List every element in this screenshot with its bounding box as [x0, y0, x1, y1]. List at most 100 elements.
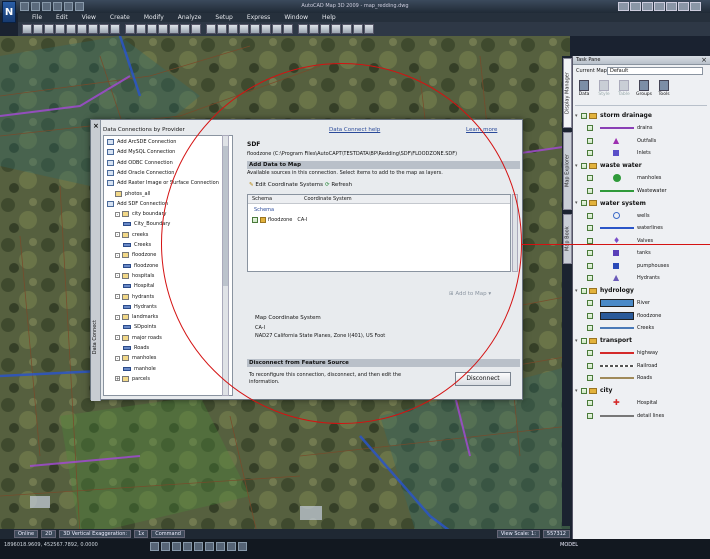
layer-checkbox[interactable]: [587, 262, 593, 269]
menu-help[interactable]: Help: [322, 13, 336, 22]
layer-checkbox[interactable]: [587, 275, 593, 281]
toolbar-tool-icon[interactable]: [239, 24, 249, 34]
menu-create[interactable]: Create: [110, 13, 130, 22]
tools-tool-button[interactable]: Tools: [655, 80, 673, 105]
favorites-icon[interactable]: [654, 2, 665, 11]
toolbar-tool-icon[interactable]: [22, 24, 32, 34]
tab-map-book[interactable]: Map Book: [563, 214, 572, 264]
layer-row[interactable]: drains: [587, 123, 652, 134]
save-icon[interactable]: [42, 2, 51, 11]
group-checkbox[interactable]: [581, 337, 587, 344]
layer-checkbox[interactable]: [587, 375, 593, 381]
tree-item[interactable]: Add Oracle Connection: [107, 169, 174, 177]
2d-button[interactable]: 2D: [41, 530, 57, 538]
layer-checkbox[interactable]: [587, 137, 593, 144]
tree-item[interactable]: Add SDF Connection: [107, 200, 168, 208]
layer-checkbox[interactable]: [587, 187, 593, 194]
layer-row[interactable]: Railroad: [587, 360, 657, 371]
toolbar-tool-icon[interactable]: [283, 24, 293, 34]
edit-coordinate-systems-button[interactable]: ✎ Edit Coordinate Systems: [249, 182, 323, 188]
expand-icon[interactable]: +: [115, 376, 120, 382]
layer-group[interactable]: ▾ storm drainage: [575, 110, 652, 121]
layer-row[interactable]: Roads: [587, 373, 652, 384]
collapse-icon[interactable]: -: [115, 355, 120, 361]
layer-checkbox[interactable]: [587, 412, 593, 419]
tree-item[interactable]: Add MySQL Connection: [107, 148, 175, 156]
model-space-label[interactable]: MODEL: [560, 542, 578, 548]
tree-item[interactable]: - creeks: [115, 231, 148, 239]
layer-row[interactable]: Creeks: [587, 323, 654, 334]
snap-icon[interactable]: [150, 542, 159, 551]
layer-row[interactable]: Inlets: [587, 148, 651, 159]
tree-item[interactable]: - hydrants: [115, 293, 154, 301]
menu-edit[interactable]: Edit: [56, 13, 68, 22]
close-icon[interactable]: [690, 2, 701, 11]
3d-button[interactable]: 3D Vertical Exaggeration:: [59, 530, 132, 538]
layer-row[interactable]: River: [587, 298, 650, 309]
open-icon[interactable]: [31, 2, 40, 11]
table-tool-button[interactable]: Table: [615, 80, 633, 105]
toolbar-tool-icon[interactable]: [55, 24, 65, 34]
toolbar-tool-icon[interactable]: [298, 24, 308, 34]
tree-item[interactable]: manhole: [123, 365, 156, 373]
dyn-icon[interactable]: [227, 542, 236, 551]
tree-item[interactable]: - major roads: [115, 334, 162, 342]
tree-item[interactable]: City_Boundary: [123, 220, 170, 228]
layer-group[interactable]: ▾ city: [575, 385, 612, 396]
close-icon[interactable]: ×: [93, 122, 99, 130]
command-button[interactable]: Command: [151, 530, 185, 538]
search-icon[interactable]: [618, 2, 629, 11]
tree-item[interactable]: floodzone: [123, 262, 158, 270]
tree-item[interactable]: - hospitals: [115, 272, 154, 280]
schema-column-header[interactable]: Schema: [252, 196, 272, 204]
layer-checkbox[interactable]: [587, 350, 593, 356]
floodzone-checkbox[interactable]: [252, 217, 258, 223]
toolbar-tool-icon[interactable]: [44, 24, 54, 34]
layer-checkbox[interactable]: [587, 250, 593, 256]
toolbar-tool-icon[interactable]: [353, 24, 363, 34]
online-button[interactable]: Online: [14, 530, 39, 538]
layer-checkbox[interactable]: [587, 225, 593, 231]
layer-checkbox[interactable]: [587, 400, 593, 406]
group-checkbox[interactable]: [581, 287, 587, 294]
grid-scrollbar[interactable]: [512, 194, 518, 272]
undo-icon[interactable]: [53, 2, 62, 11]
layer-checkbox[interactable]: [587, 300, 593, 306]
help-icon[interactable]: [630, 2, 641, 11]
minimize-icon[interactable]: [666, 2, 677, 11]
grid-icon[interactable]: [161, 542, 170, 551]
collapse-icon[interactable]: -: [115, 273, 120, 279]
tree-item[interactable]: - landmarks: [115, 313, 158, 321]
tree-item[interactable]: photos_all: [115, 190, 150, 198]
group-checkbox[interactable]: [581, 112, 587, 119]
menu-file[interactable]: File: [32, 13, 42, 22]
layer-row[interactable]: Wastewater: [587, 185, 667, 196]
layer-row[interactable]: ▲ Outfalls: [587, 135, 656, 146]
maximize-icon[interactable]: [678, 2, 689, 11]
toolbar-tool-icon[interactable]: [77, 24, 87, 34]
groups-tool-button[interactable]: Groups: [635, 80, 653, 105]
layer-checkbox[interactable]: [587, 212, 593, 219]
layer-row[interactable]: pumphouses: [587, 260, 669, 271]
data-tool-button[interactable]: Data: [575, 80, 593, 105]
close-icon[interactable]: ×: [701, 56, 707, 64]
collapse-icon[interactable]: -: [115, 314, 120, 320]
toolbar-tool-icon[interactable]: [364, 24, 374, 34]
layer-checkbox[interactable]: [587, 125, 593, 131]
toolbar-tool-icon[interactable]: [147, 24, 157, 34]
collapse-icon[interactable]: -: [115, 211, 120, 217]
group-checkbox[interactable]: [581, 200, 587, 206]
tree-item[interactable]: Roads: [123, 344, 149, 352]
tree-item[interactable]: Add ArcSDE Connection: [107, 138, 176, 146]
tree-item[interactable]: SDpoints: [123, 323, 156, 331]
view-scale-value[interactable]: 557312: [542, 530, 570, 538]
toolbar-tool-icon[interactable]: [309, 24, 319, 34]
toolbar-tool-icon[interactable]: [66, 24, 76, 34]
collapse-icon[interactable]: -: [115, 232, 120, 238]
layer-row[interactable]: ♦ Valves: [587, 235, 653, 246]
collapse-icon[interactable]: -: [115, 335, 120, 341]
polar-icon[interactable]: [183, 542, 192, 551]
layer-checkbox[interactable]: [587, 237, 593, 244]
layer-row[interactable]: tanks: [587, 248, 651, 259]
menu-view[interactable]: View: [82, 13, 96, 22]
